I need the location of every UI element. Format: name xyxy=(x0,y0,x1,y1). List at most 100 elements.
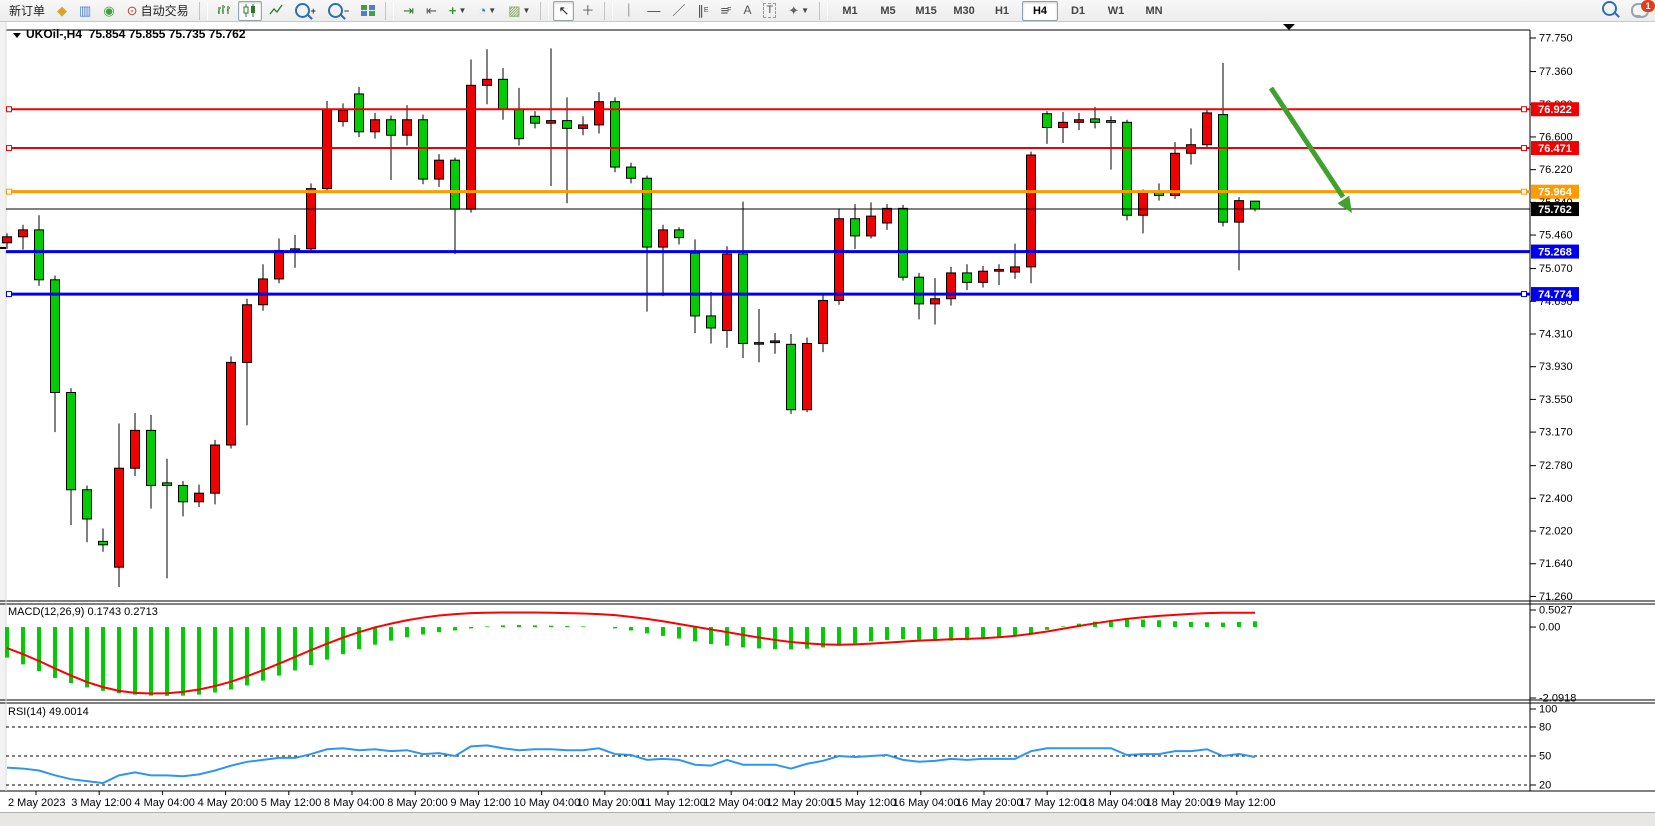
autotrading-button[interactable]: ⊙自动交易 xyxy=(122,1,194,21)
periods-button[interactable]: ◔▼ xyxy=(473,1,501,21)
svg-text:75.460: 75.460 xyxy=(1539,230,1573,242)
svg-text:73.550: 73.550 xyxy=(1539,394,1573,406)
tile-windows-button[interactable] xyxy=(356,1,380,21)
zoom-in-button[interactable]: + xyxy=(290,1,321,21)
notification-badge: 1 xyxy=(1641,0,1655,12)
candlestick-type-button[interactable] xyxy=(238,1,262,21)
template-icon: ▨ xyxy=(508,4,520,17)
svg-text:75.070: 75.070 xyxy=(1539,263,1573,275)
svg-text:20: 20 xyxy=(1539,780,1551,792)
svg-text:5 May 12:00: 5 May 12:00 xyxy=(261,797,322,809)
caret-down-icon: ▼ xyxy=(801,6,809,15)
chart-canvas[interactable]: 77.75077.36076.98076.60076.22075.84075.4… xyxy=(0,22,1655,826)
auto-scroll-button[interactable]: ⇥ xyxy=(398,1,419,21)
svg-text:0.00: 0.00 xyxy=(1539,622,1560,634)
vertical-line-tool-button[interactable]: ｜ xyxy=(617,1,640,21)
clock-icon: ◔ xyxy=(478,4,486,17)
cursor-icon: ↖ xyxy=(558,4,569,17)
timeframe-button-h1[interactable]: H1 xyxy=(984,1,1020,21)
data-window-button[interactable]: ▥ xyxy=(74,1,96,21)
candlestick-icon xyxy=(243,4,257,17)
svg-text:11 May 12:00: 11 May 12:00 xyxy=(640,797,706,809)
fibonacci-tool-button[interactable]: ≡F xyxy=(716,1,737,21)
svg-text:0.5027: 0.5027 xyxy=(1539,604,1573,616)
crosshair-icon: ＋ xyxy=(581,4,594,17)
crosshair-tool-button[interactable]: ＋ xyxy=(576,1,599,21)
caret-down-icon: ▼ xyxy=(488,6,496,15)
timeframe-button-m30[interactable]: M30 xyxy=(946,1,982,21)
svg-text:15 May 12:00: 15 May 12:00 xyxy=(830,797,897,809)
toolbar-separator xyxy=(199,2,208,20)
timeframe-button-w1[interactable]: W1 xyxy=(1098,1,1134,21)
text-label-tool-button[interactable]: T xyxy=(758,1,781,21)
tile-windows-icon xyxy=(361,4,375,17)
market-watch-icon: ◆ xyxy=(57,4,67,17)
indicators-button[interactable]: +▼ xyxy=(444,1,472,21)
cursor-tool-button[interactable]: ↖ xyxy=(553,1,574,21)
svg-text:76.922: 76.922 xyxy=(1538,104,1572,116)
svg-text:74.774: 74.774 xyxy=(1538,289,1573,301)
toolbar-separator xyxy=(540,2,549,20)
shapes-tool-button[interactable]: ✦▼ xyxy=(783,1,814,21)
svg-text:10 May 20:00: 10 May 20:00 xyxy=(577,797,644,809)
market-watch-button[interactable]: ◆ xyxy=(52,1,72,21)
search-button[interactable] xyxy=(1600,0,1619,23)
svg-text:80: 80 xyxy=(1539,721,1551,733)
zoom-out-button[interactable]: − xyxy=(323,1,354,21)
timeframe-toolbar: M1M5M15M30H1H4D1W1MN xyxy=(831,1,1173,21)
svg-text:76.220: 76.220 xyxy=(1539,164,1573,176)
timeframe-button-m15[interactable]: M15 xyxy=(908,1,944,21)
fibonacci-icon: ≡ xyxy=(721,4,728,17)
svg-text:73.170: 73.170 xyxy=(1539,427,1573,439)
shapes-icon: ✦ xyxy=(788,4,799,17)
line-chart-icon xyxy=(269,4,283,17)
svg-text:10 May 04:00: 10 May 04:00 xyxy=(514,797,581,809)
toolbar-separator xyxy=(385,2,394,20)
svg-text:72.780: 72.780 xyxy=(1539,460,1573,472)
toolbar-separator xyxy=(819,2,828,20)
autotrading-icon: ⊙ xyxy=(127,4,138,17)
svg-text:17 May 12:00: 17 May 12:00 xyxy=(1019,797,1086,809)
svg-text:72.020: 72.020 xyxy=(1539,526,1573,538)
new-order-label: 新订单 xyxy=(9,2,45,19)
channel-tool-button[interactable]: ∥E xyxy=(692,1,713,21)
timeframe-button-d1[interactable]: D1 xyxy=(1060,1,1096,21)
svg-text:16 May 20:00: 16 May 20:00 xyxy=(956,797,1023,809)
notifications-button[interactable]: 1 xyxy=(1631,3,1649,18)
toolbar: 新订单 ◆ ▥ ◉ ⊙自动交易 + − ⇥ ⇤ +▼ ◔▼ ▨▼ ↖ ＋ ｜ —… xyxy=(0,0,1655,22)
timeframe-button-mn[interactable]: MN xyxy=(1136,1,1172,21)
svg-text:9 May 12:00: 9 May 12:00 xyxy=(450,797,511,809)
svg-text:18 May 20:00: 18 May 20:00 xyxy=(1146,797,1213,809)
svg-text:73.930: 73.930 xyxy=(1539,361,1573,373)
timeframe-button-m1[interactable]: M1 xyxy=(832,1,868,21)
navigator-button[interactable]: ◉ xyxy=(98,1,119,21)
templates-button[interactable]: ▨▼ xyxy=(503,1,535,21)
svg-text:71.640: 71.640 xyxy=(1539,558,1573,570)
timeframe-button-m5[interactable]: M5 xyxy=(870,1,906,21)
line-chart-type-button[interactable] xyxy=(264,1,288,21)
svg-text:76.471: 76.471 xyxy=(1538,143,1572,155)
svg-text:77.750: 77.750 xyxy=(1539,33,1573,45)
svg-text:100: 100 xyxy=(1539,704,1557,716)
svg-text:16 May 04:00: 16 May 04:00 xyxy=(893,797,960,809)
zoom-out-icon xyxy=(328,3,343,18)
svg-text:75.964: 75.964 xyxy=(1538,187,1573,199)
timeframe-button-h4[interactable]: H4 xyxy=(1022,1,1058,21)
autotrading-label: 自动交易 xyxy=(141,2,189,19)
trendline-tool-button[interactable]: ／ xyxy=(667,1,690,21)
svg-text:72.400: 72.400 xyxy=(1539,493,1573,505)
text-tool-button[interactable]: A xyxy=(738,1,756,21)
chart-shift-button[interactable]: ⇤ xyxy=(421,1,442,21)
data-window-icon: ▥ xyxy=(79,4,91,17)
bar-chart-type-button[interactable] xyxy=(212,1,236,21)
svg-text:4 May 20:00: 4 May 20:00 xyxy=(198,797,259,809)
new-order-button[interactable]: 新订单 xyxy=(4,1,50,21)
trendline-icon: ／ xyxy=(672,4,685,17)
mt4-window: 新订单 ◆ ▥ ◉ ⊙自动交易 + − ⇥ ⇤ +▼ ◔▼ ▨▼ ↖ ＋ ｜ —… xyxy=(0,0,1655,826)
svg-text:75.762: 75.762 xyxy=(1538,204,1572,216)
horizontal-line-tool-button[interactable]: — xyxy=(642,1,665,21)
window-bottom-strip xyxy=(0,812,1655,826)
svg-text:19 May 12:00: 19 May 12:00 xyxy=(1209,797,1276,809)
toolbar-right-tools: 1 xyxy=(1600,0,1649,23)
svg-text:8 May 04:00: 8 May 04:00 xyxy=(324,797,385,809)
